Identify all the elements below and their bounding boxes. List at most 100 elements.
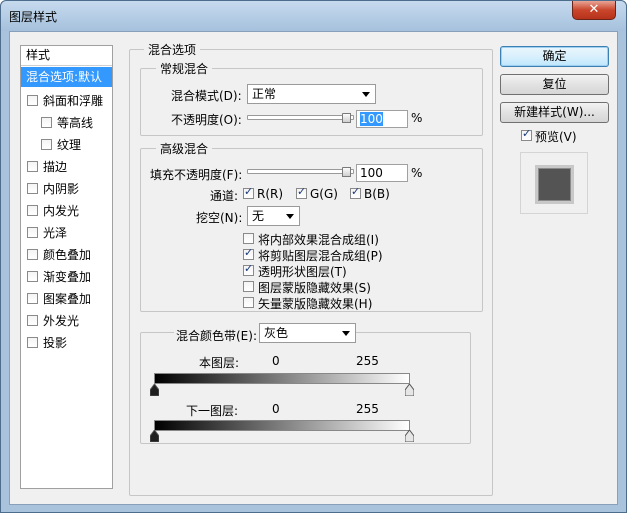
opacity-slider[interactable]	[247, 115, 354, 120]
style-item-inner-shadow[interactable]: 内阴影	[21, 179, 112, 199]
dialog-body: 样式 混合选项:默认 斜面和浮雕 等高线 纹理 描边 内阴影 内发光 光泽 颜色…	[9, 31, 618, 505]
outer-glow-checkbox[interactable]	[27, 315, 38, 326]
vector-mask-hides-label: 矢量蒙版隐藏效果(H)	[258, 297, 373, 311]
under-layer-label: 下一图层:	[186, 404, 239, 418]
opacity-label: 不透明度(O):	[171, 113, 242, 127]
bevel-emboss-label: 斜面和浮雕	[43, 94, 104, 108]
this-layer-min: 0	[272, 354, 280, 368]
under-layer-white-slider[interactable]	[405, 430, 414, 442]
blend-interior-label: 将内部效果混合成组(I)	[258, 233, 379, 247]
this-layer-max: 255	[356, 354, 379, 368]
reset-button[interactable]: 复位	[500, 74, 609, 95]
drop-shadow-label: 投影	[43, 336, 68, 350]
color-overlay-label: 颜色叠加	[43, 248, 92, 262]
style-list: 样式 混合选项:默认 斜面和浮雕 等高线 纹理 描边 内阴影 内发光 光泽 颜色…	[20, 45, 113, 489]
channels-label: 通道:	[210, 189, 239, 203]
outer-glow-label: 外发光	[43, 314, 80, 328]
contour-checkbox[interactable]	[41, 117, 52, 128]
blend-interior-checkbox[interactable]	[243, 233, 254, 244]
style-item-drop-shadow[interactable]: 投影	[21, 333, 112, 353]
blend-if-label: 混合颜色带(E):	[174, 327, 259, 344]
chevron-down-icon	[342, 331, 350, 336]
this-layer-gradient	[154, 373, 410, 384]
channel-r-checkbox[interactable]	[243, 185, 254, 199]
texture-label: 纹理	[57, 138, 82, 152]
blend-mode-dropdown[interactable]: 正常	[247, 84, 376, 104]
blend-if-dropdown[interactable]: 灰色	[259, 323, 356, 343]
chevron-down-icon	[362, 92, 370, 97]
channel-b-checkbox[interactable]	[350, 185, 361, 199]
gradient-overlay-label: 渐变叠加	[43, 270, 92, 284]
channel-g-label: G(G)	[310, 187, 338, 201]
window-title: 图层样式	[9, 10, 58, 24]
stroke-label: 描边	[43, 160, 68, 174]
vector-mask-hides-checkbox[interactable]	[243, 297, 254, 308]
close-button[interactable]: ✕	[572, 1, 616, 20]
preview-thumbnail	[520, 152, 588, 214]
pattern-overlay-checkbox[interactable]	[27, 293, 38, 304]
blend-clipped-checkbox[interactable]	[243, 246, 254, 260]
fill-opacity-input[interactable]: 100	[356, 164, 408, 182]
color-overlay-checkbox[interactable]	[27, 249, 38, 260]
opacity-slider-thumb[interactable]	[342, 113, 351, 123]
style-item-satin[interactable]: 光泽	[21, 223, 112, 243]
style-item-contour[interactable]: 等高线	[21, 113, 112, 133]
fill-opacity-label: 填充不透明度(F):	[150, 168, 243, 182]
under-layer-max: 255	[356, 402, 379, 416]
drop-shadow-checkbox[interactable]	[27, 337, 38, 348]
channel-g-checkbox[interactable]	[296, 185, 307, 199]
channel-b-label: B(B)	[364, 187, 390, 201]
opacity-input[interactable]: 100	[356, 110, 408, 128]
satin-label: 光泽	[43, 226, 68, 240]
advanced-blending-title: 高级混合	[156, 140, 213, 157]
under-layer-black-slider[interactable]	[150, 430, 159, 442]
contour-label: 等高线	[57, 116, 94, 130]
this-layer-black-slider[interactable]	[150, 384, 159, 396]
style-item-blend-options[interactable]: 混合选项:默认	[21, 67, 112, 87]
fill-opacity-slider-thumb[interactable]	[342, 167, 351, 177]
knockout-value: 无	[252, 209, 265, 223]
layer-mask-hides-checkbox[interactable]	[243, 281, 254, 292]
bevel-emboss-checkbox[interactable]	[27, 95, 38, 106]
satin-checkbox[interactable]	[27, 227, 38, 238]
title-bar[interactable]: 图层样式 ✕	[1, 1, 626, 31]
blend-mode-value: 正常	[252, 87, 277, 101]
gradient-overlay-checkbox[interactable]	[27, 271, 38, 282]
chevron-down-icon	[286, 214, 294, 219]
channel-r-label: R(R)	[257, 187, 284, 201]
pattern-overlay-label: 图案叠加	[43, 292, 92, 306]
layer-mask-hides-label: 图层蒙版隐藏效果(S)	[258, 281, 371, 295]
transparency-shapes-checkbox[interactable]	[243, 262, 254, 276]
under-layer-gradient	[154, 420, 410, 431]
layer-style-dialog: 图层样式 ✕ 样式 混合选项:默认 斜面和浮雕 等高线 纹理 描边 内阴影 内发…	[0, 0, 627, 513]
style-item-gradient-overlay[interactable]: 渐变叠加	[21, 267, 112, 287]
general-blending-title: 常规混合	[156, 60, 213, 77]
ok-button[interactable]: 确定	[500, 46, 609, 67]
blend-if-value: 灰色	[264, 326, 289, 340]
inner-shadow-label: 内阴影	[43, 182, 80, 196]
style-item-outer-glow[interactable]: 外发光	[21, 311, 112, 331]
style-list-header[interactable]: 样式	[21, 46, 112, 66]
fill-opacity-slider[interactable]	[247, 169, 354, 174]
style-item-color-overlay[interactable]: 颜色叠加	[21, 245, 112, 265]
style-item-stroke[interactable]: 描边	[21, 157, 112, 177]
inner-shadow-checkbox[interactable]	[27, 183, 38, 194]
knockout-dropdown[interactable]: 无	[247, 206, 300, 226]
style-item-pattern-overlay[interactable]: 图案叠加	[21, 289, 112, 309]
style-item-bevel-emboss[interactable]: 斜面和浮雕	[21, 91, 112, 111]
inner-glow-label: 内发光	[43, 204, 80, 218]
inner-glow-checkbox[interactable]	[27, 205, 38, 216]
new-style-button[interactable]: 新建样式(W)...	[500, 102, 609, 123]
under-layer-min: 0	[272, 402, 280, 416]
style-item-texture[interactable]: 纹理	[21, 135, 112, 155]
preview-checkbox[interactable]	[521, 127, 532, 141]
blend-options-title: 混合选项	[144, 41, 201, 58]
stroke-checkbox[interactable]	[27, 161, 38, 172]
preview-label: 预览(V)	[535, 130, 577, 144]
style-item-inner-glow[interactable]: 内发光	[21, 201, 112, 221]
this-layer-white-slider[interactable]	[405, 384, 414, 396]
fill-opacity-percent: %	[411, 166, 423, 180]
texture-checkbox[interactable]	[41, 139, 52, 150]
transparency-shapes-label: 透明形状图层(T)	[258, 265, 347, 279]
preview-swatch	[538, 168, 571, 201]
